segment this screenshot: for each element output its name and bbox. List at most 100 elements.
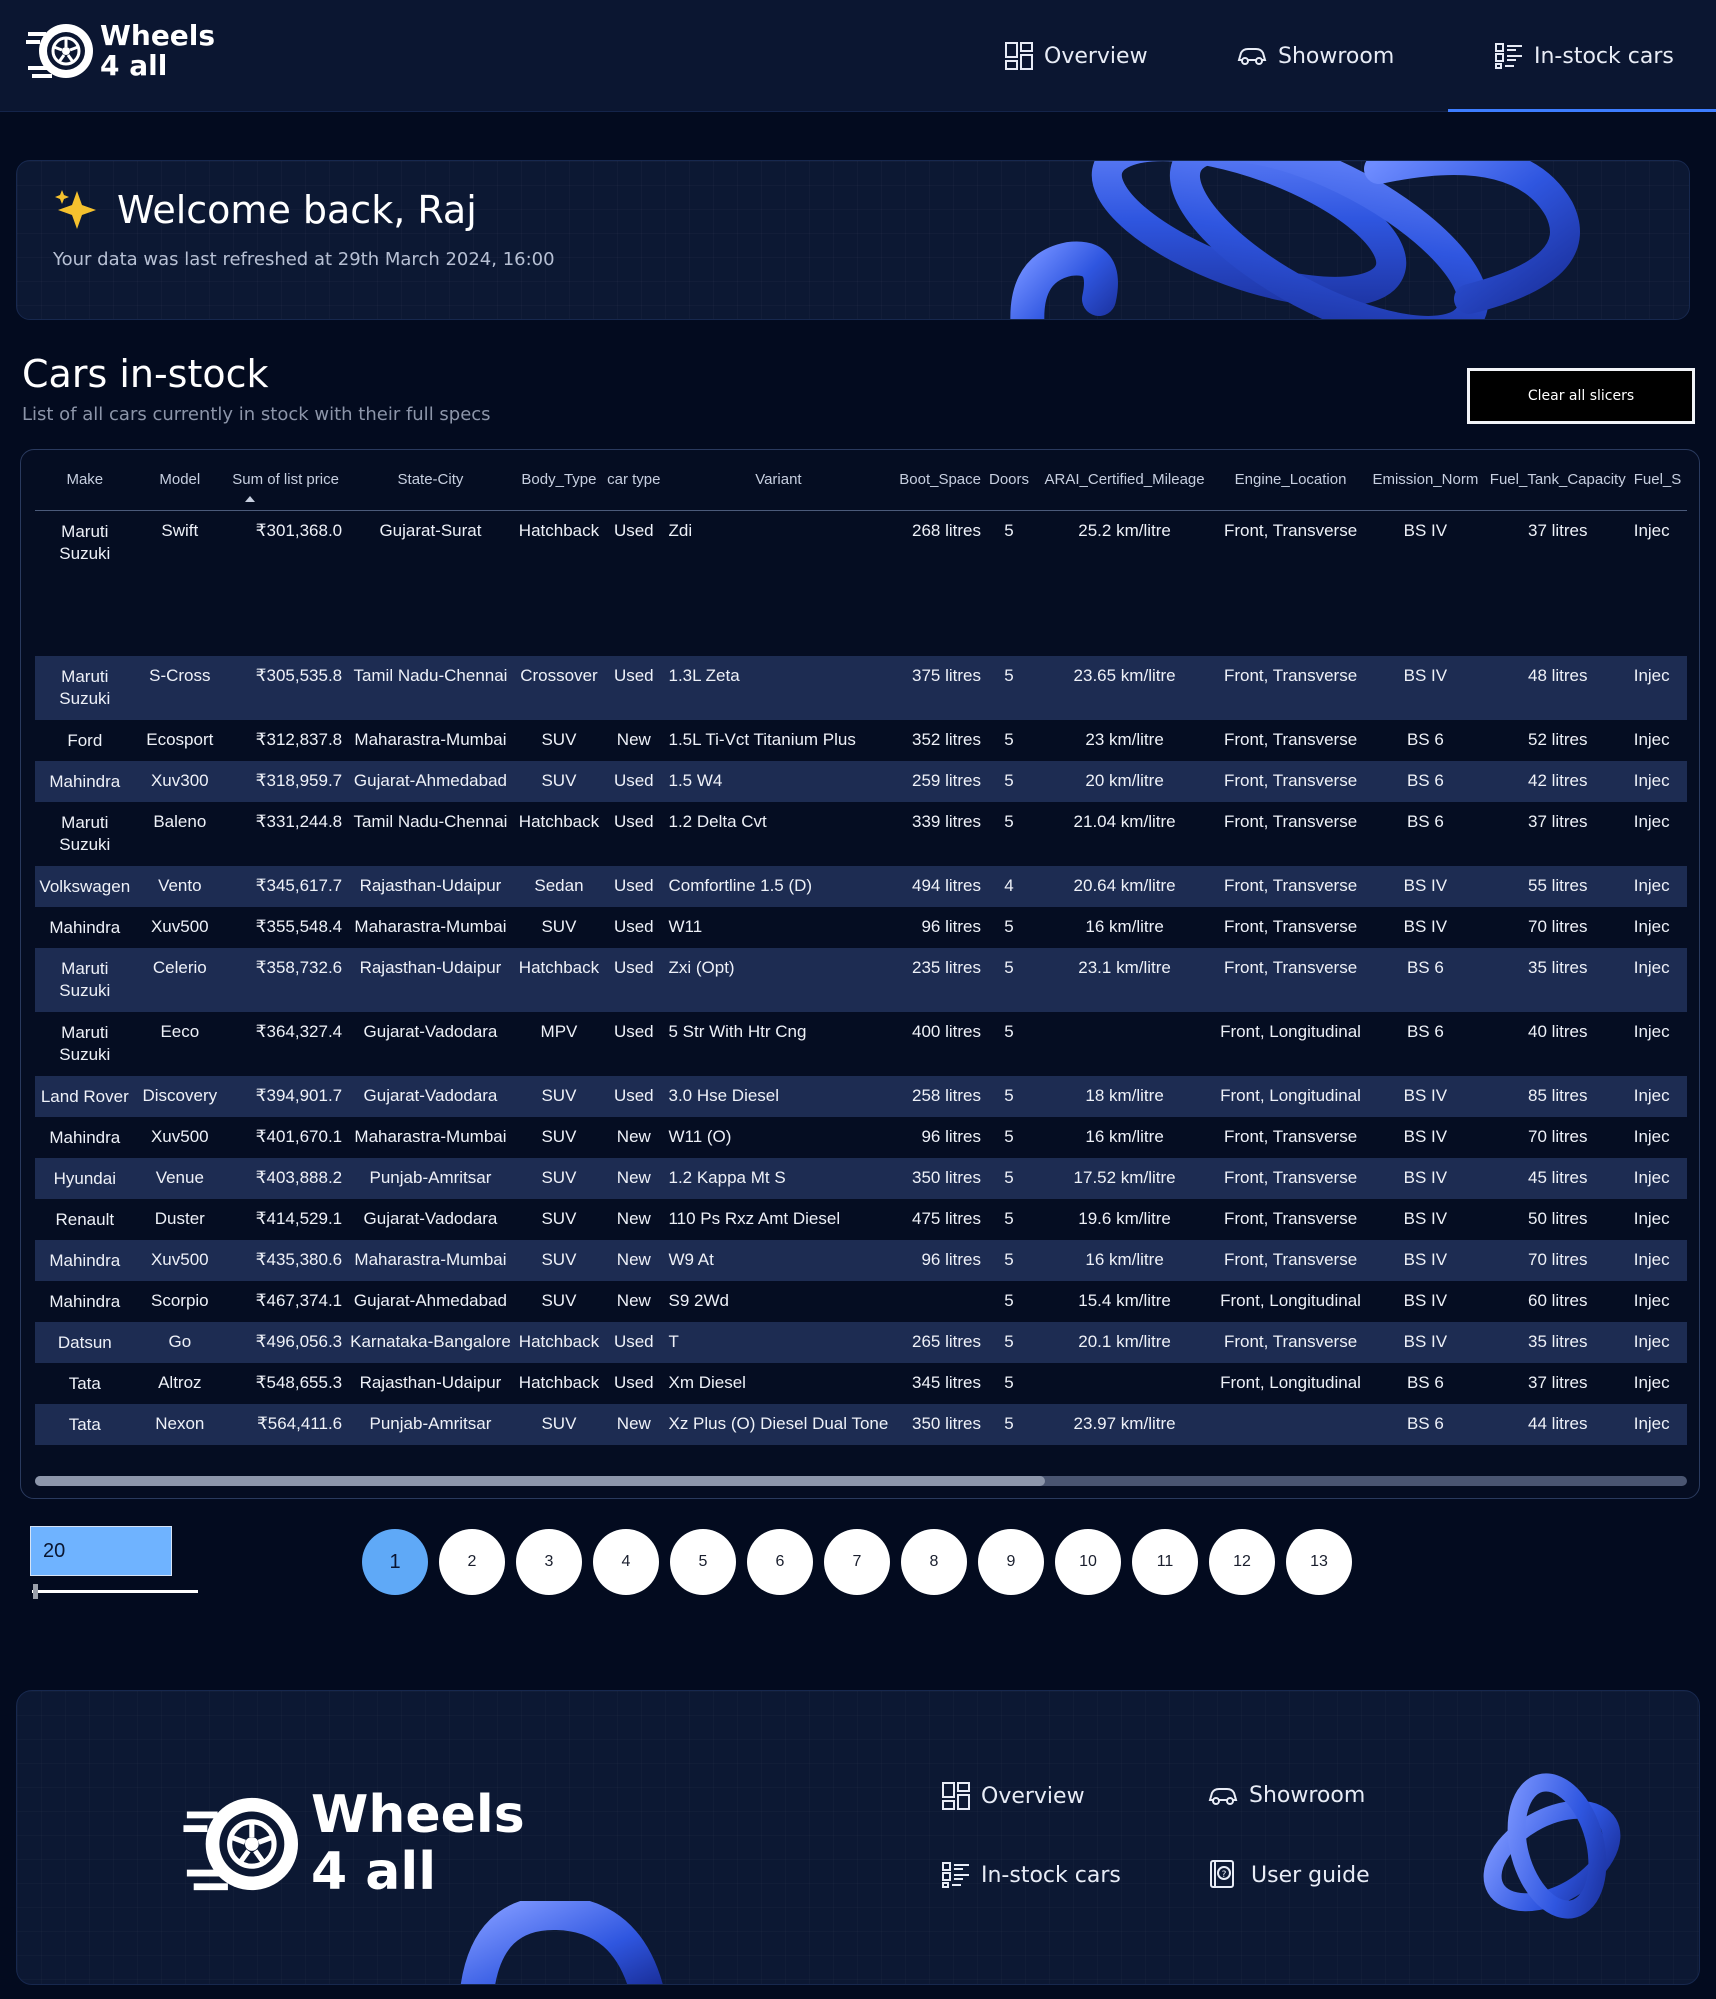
column-header[interactable]: State-City [346,450,515,511]
table-cell: Go [168,1332,192,1351]
table-cell: Used [613,917,654,936]
table-cell: New [616,1291,651,1310]
page-subtitle: List of all cars currently in stock with… [22,404,491,425]
table-row[interactable]: Land Rover Discovery ₹394,901.7 Gujarat-Vad… [35,1076,1687,1117]
table-cell: Rajasthan-Udaipur [359,1373,502,1392]
footer-link-showroom[interactable]: Showroom [1207,1783,1365,1808]
table-cell: 1.3L Zeta [668,666,740,685]
column-header[interactable]: Make [35,450,135,511]
table-cell: 5 [1004,1127,1014,1146]
table-row[interactable]: Maruti Suzuki S-Cross ₹305,535.8 Tamil Nadu… [35,656,1687,720]
table-row[interactable]: Tata Altroz ₹548,655.3 Rajasthan-Udaipur Hat… [35,1363,1687,1404]
page-button[interactable]: 3 [516,1529,582,1595]
table-row[interactable]: Mahindra Xuv300 ₹318,959.7 Gujarat-Ahmedaba… [35,761,1687,802]
table-cell: 16 km/litre [1085,917,1164,936]
table-row[interactable]: Mahindra Xuv500 ₹355,548.4 Maharastra-Mumba… [35,907,1687,948]
table-cell [892,1281,985,1322]
table-cell: ₹394,901.7 [255,1086,343,1105]
table-row[interactable]: Maruti Suzuki Celerio ₹358,732.6 Rajasthan-… [35,948,1687,1012]
clear-slicers-button[interactable]: Clear all slicers [1467,368,1695,424]
table-cell: Mahindra [49,918,121,937]
table-row[interactable]: Tata Nexon ₹564,411.6 Punjab-Amritsar SUV New… [35,1404,1687,1445]
column-header[interactable]: Variant [664,450,893,511]
table-row[interactable]: Volkswagen Vento ₹345,617.7 Rajasthan-Udaip… [35,866,1687,907]
top-header: Wheels 4 all Overview Showroom In-stock … [0,0,1716,112]
page-button[interactable]: 9 [978,1529,1044,1595]
table-row[interactable]: Mahindra Xuv500 ₹435,380.6 Maharastra-Mumba… [35,1240,1687,1281]
page-button[interactable]: 6 [747,1529,813,1595]
table-header-row: Make Model Sum of list price State-City … [35,450,1687,511]
cars-table-viewport[interactable]: Make Model Sum of list price State-City … [35,450,1687,1450]
table-cell: Injec [1633,1209,1670,1228]
page-button[interactable]: 7 [824,1529,890,1595]
table-row[interactable]: Ford Ecosport ₹312,837.8 Maharastra-Mumbai S… [35,720,1687,761]
table-row[interactable]: Hyundai Venue ₹403,888.2 Punjab-Amritsar SUV… [35,1158,1687,1199]
table-cell: Used [613,958,654,977]
column-header[interactable]: Fuel_S [1629,450,1687,511]
column-header[interactable]: Model [134,450,226,511]
table-row[interactable]: Maruti Suzuki Swift ₹301,368.0 Gujarat-Sura… [35,510,1687,656]
nav-showroom[interactable]: Showroom [1236,0,1394,112]
column-header[interactable]: Body_Type [514,450,604,511]
table-cell: Maruti Suzuki [59,667,111,708]
footer-link-overview[interactable]: Overview [941,1781,1085,1811]
table-row[interactable]: Mahindra Scorpio ₹467,374.1 Gujarat-Ahmedab… [35,1281,1687,1322]
table-row[interactable]: Renault Duster ₹414,529.1 Gujarat-Vadodara S… [35,1199,1687,1240]
page-size-input[interactable]: 20 [30,1526,172,1576]
column-header[interactable]: Doors [984,450,1033,511]
footer-brand-logo[interactable]: Wheels 4 all [183,1786,525,1901]
table-cell: 5 [1004,666,1014,685]
table-cell: Tamil Nadu-Chennai [353,812,508,831]
page-button[interactable]: 12 [1209,1529,1275,1595]
table-cell: SUV [541,1168,577,1187]
column-header[interactable]: Engine_Location [1216,450,1365,511]
table-row[interactable]: Datsun Go ₹496,056.3 Karnataka-Bangalore Hat… [35,1322,1687,1363]
nav-in-stock-cars[interactable]: In-stock cars [1494,0,1674,112]
table-cell: 96 litres [921,917,981,936]
scrollbar-thumb[interactable] [35,1476,1045,1486]
table-cell: Ford [67,731,103,750]
column-header[interactable]: Fuel_Tank_Capacity [1485,450,1630,511]
list-icon [1495,43,1522,69]
page-button[interactable]: 1 [362,1529,428,1595]
page-button[interactable]: 4 [593,1529,659,1595]
table-cell: New [616,1127,651,1146]
column-header[interactable]: ARAI_Certified_Mileage [1033,450,1217,511]
table-cell: Volkswagen [39,877,131,896]
table-cell: BS IV [1403,1250,1448,1269]
table-cell: 110 Ps Rxz Amt Diesel [668,1209,841,1228]
horizontal-scrollbar[interactable] [35,1476,1687,1486]
table-cell: 5 [1004,1250,1014,1269]
table-cell: Hatchback [518,520,600,540]
table-cell: Injec [1633,730,1670,749]
page-button[interactable]: 10 [1055,1529,1121,1595]
slider-handle[interactable] [33,1584,38,1599]
page-button[interactable]: 8 [901,1529,967,1595]
nav-overview[interactable]: Overview [1004,0,1148,112]
nav-active-indicator [1448,109,1716,112]
footer-link-in-stock-cars[interactable]: In-stock cars [941,1861,1121,1889]
table-row[interactable]: Maruti Suzuki Eeco ₹364,327.4 Gujarat-Vadod… [35,1012,1687,1076]
page-button[interactable]: 13 [1286,1529,1352,1595]
table-cell: Scorpio [150,1291,209,1310]
table-cell: Rajasthan-Udaipur [359,876,502,895]
table-row[interactable]: Maruti Suzuki Baleno ₹331,244.8 Tamil Nadu-… [35,802,1687,866]
column-header-sorted[interactable]: Sum of list price [225,450,347,511]
table-cell: New [616,730,651,749]
page-button[interactable]: 11 [1132,1529,1198,1595]
page-button[interactable]: 5 [670,1529,736,1595]
column-header[interactable]: car type [603,450,665,511]
table-cell: 20 km/litre [1085,771,1164,790]
column-header[interactable]: Emission_Norm [1364,450,1486,511]
table-cell: Hyundai [53,1169,116,1188]
page-button[interactable]: 2 [439,1529,505,1595]
column-header[interactable]: Boot_Space [892,450,985,511]
table-cell: Injec [1633,876,1670,895]
table-cell: 259 litres [912,771,981,790]
table-cell: Front, Transverse [1223,520,1358,540]
brand-logo[interactable]: Wheels 4 all [26,20,215,82]
table-row[interactable]: Mahindra Xuv500 ₹401,670.1 Maharastra-Mumba… [35,1117,1687,1158]
table-cell: Injec [1633,771,1670,790]
footer-link-user-guide[interactable]: ? User guide [1207,1859,1370,1891]
page-size-slider[interactable] [32,1590,198,1593]
